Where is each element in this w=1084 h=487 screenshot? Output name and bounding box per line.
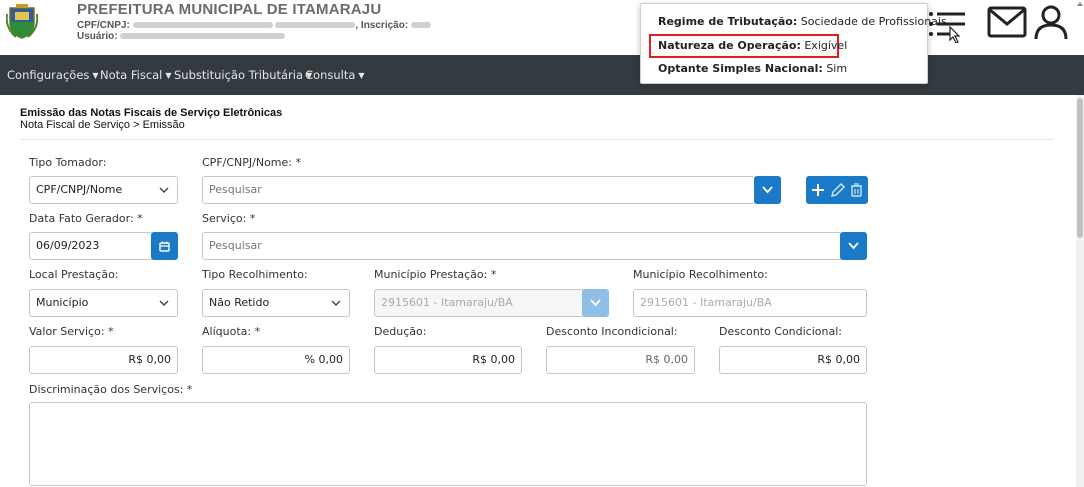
caret-down-icon: ▼ xyxy=(92,71,99,80)
nav-substituicao-tributaria[interactable]: Substituição Tributária ▼ xyxy=(174,68,312,82)
municipio-prestacao-select: 2915601 - Itamaraju/BA xyxy=(374,289,584,317)
divider xyxy=(20,139,1054,140)
cpf-cnpj-nome-dropdown-button[interactable] xyxy=(754,176,781,204)
servico-dropdown-button[interactable] xyxy=(840,232,867,260)
chevron-down-icon xyxy=(159,187,169,193)
tipo-recolhimento-label: Tipo Recolhimento: xyxy=(202,268,308,281)
redacted-inscricao xyxy=(410,22,431,29)
regime-line: Regime de Tributação: Sociedade de Profi… xyxy=(658,15,947,28)
tomador-actions xyxy=(806,176,868,204)
scroll-up-arrow-icon[interactable] xyxy=(1076,0,1084,8)
local-prestacao-label: Local Prestação: xyxy=(29,268,119,281)
municipal-crest-icon xyxy=(6,4,38,39)
nav-consulta[interactable]: Consulta ▼ xyxy=(305,68,365,82)
aliquota-label: Alíquota: * xyxy=(202,325,261,338)
tax-info-popover: Regime de Tributação: Sociedade de Profi… xyxy=(640,3,947,84)
chevron-down-icon xyxy=(762,186,773,194)
redacted-usuario xyxy=(120,33,286,40)
desconto-incondicional-label: Desconto Incondicional: xyxy=(546,325,678,338)
aliquota-input[interactable]: % 0,00 xyxy=(202,346,350,374)
desconto-condicional-label: Desconto Condicional: xyxy=(719,325,842,338)
servico-label: Serviço: * xyxy=(202,212,256,225)
deducao-label: Dedução: xyxy=(374,325,427,338)
inscricao-label: , Inscrição: xyxy=(355,20,409,31)
usuario-label: Usuário: xyxy=(77,31,118,42)
deducao-input[interactable]: R$ 0,00 xyxy=(374,346,522,374)
add-tomador-button[interactable] xyxy=(808,176,828,204)
municipio-recolhimento-input: 2915601 - Itamaraju/BA xyxy=(633,289,867,317)
trash-icon xyxy=(851,183,862,197)
caret-down-icon: ▼ xyxy=(358,71,365,80)
tipo-recolhimento-select[interactable]: Não Retido xyxy=(202,289,350,317)
discriminacao-textarea[interactable] xyxy=(29,402,867,486)
valor-servico-input[interactable]: R$ 0,00 xyxy=(29,346,178,374)
cpf-cnpj-nome-label: CPF/CNPJ/Nome: * xyxy=(202,156,301,169)
municipio-prestacao-dropdown-button xyxy=(582,289,609,317)
org-title: PREFEITURA MUNICIPAL DE ITAMARAJU xyxy=(77,1,382,18)
chevron-down-icon xyxy=(590,299,601,307)
tipo-tomador-label: Tipo Tomador: xyxy=(29,156,107,169)
calendar-icon xyxy=(159,241,170,252)
page: PREFEITURA MUNICIPAL DE ITAMARAJU CPF/CN… xyxy=(0,0,1084,487)
caret-down-icon: ▼ xyxy=(165,71,172,80)
municipio-recolhimento-label: Município Recolhimento: xyxy=(633,268,768,281)
redacted-name xyxy=(275,22,356,29)
data-fato-gerador-input[interactable]: 06/09/2023 xyxy=(29,232,153,260)
user-icon[interactable] xyxy=(1033,4,1069,40)
edit-tomador-button[interactable] xyxy=(827,176,847,204)
natureza-line: Natureza de Operação: Exigível xyxy=(658,39,848,52)
nav-nota-fiscal[interactable]: Nota Fiscal ▼ xyxy=(100,68,172,82)
plus-icon xyxy=(812,184,824,196)
pencil-icon xyxy=(830,182,846,198)
account-meta: CPF/CNPJ: , Inscrição: Usuário: xyxy=(77,20,431,42)
nav-configuracoes[interactable]: Configurações ▼ xyxy=(7,68,99,82)
redacted-cpf xyxy=(132,22,273,29)
page-title: Emissão das Notas Fiscais de Serviço Ele… xyxy=(20,107,283,119)
optante-line: Optante Simples Nacional: Sim xyxy=(658,62,848,75)
scrollbar-thumb[interactable] xyxy=(1077,98,1083,238)
servico-search[interactable]: Pesquisar xyxy=(202,232,842,260)
cpf-label: CPF/CNPJ: xyxy=(77,20,130,31)
mail-icon[interactable] xyxy=(987,5,1027,39)
desconto-incondicional-input[interactable]: R$ 0,00 xyxy=(546,346,695,374)
breadcrumb: Nota Fiscal de Serviço > Emissão xyxy=(20,119,185,131)
delete-tomador-button[interactable] xyxy=(846,176,866,204)
cpf-cnpj-nome-search[interactable]: Pesquisar xyxy=(202,176,755,204)
municipio-prestacao-label: Município Prestação: * xyxy=(374,268,497,281)
chevron-down-icon xyxy=(848,242,859,250)
tipo-tomador-select[interactable]: CPF/CNPJ/Nome xyxy=(29,176,178,204)
chevron-down-icon xyxy=(159,300,169,306)
discriminacao-label: Discriminação dos Serviços: * xyxy=(29,383,193,396)
chevron-down-icon xyxy=(331,300,341,306)
calendar-button[interactable] xyxy=(151,232,178,260)
data-fato-gerador-label: Data Fato Gerador: * xyxy=(29,212,143,225)
valor-servico-label: Valor Serviço: * xyxy=(29,325,114,338)
local-prestacao-select[interactable]: Município xyxy=(29,289,178,317)
desconto-condicional-input[interactable]: R$ 0,00 xyxy=(719,346,867,374)
